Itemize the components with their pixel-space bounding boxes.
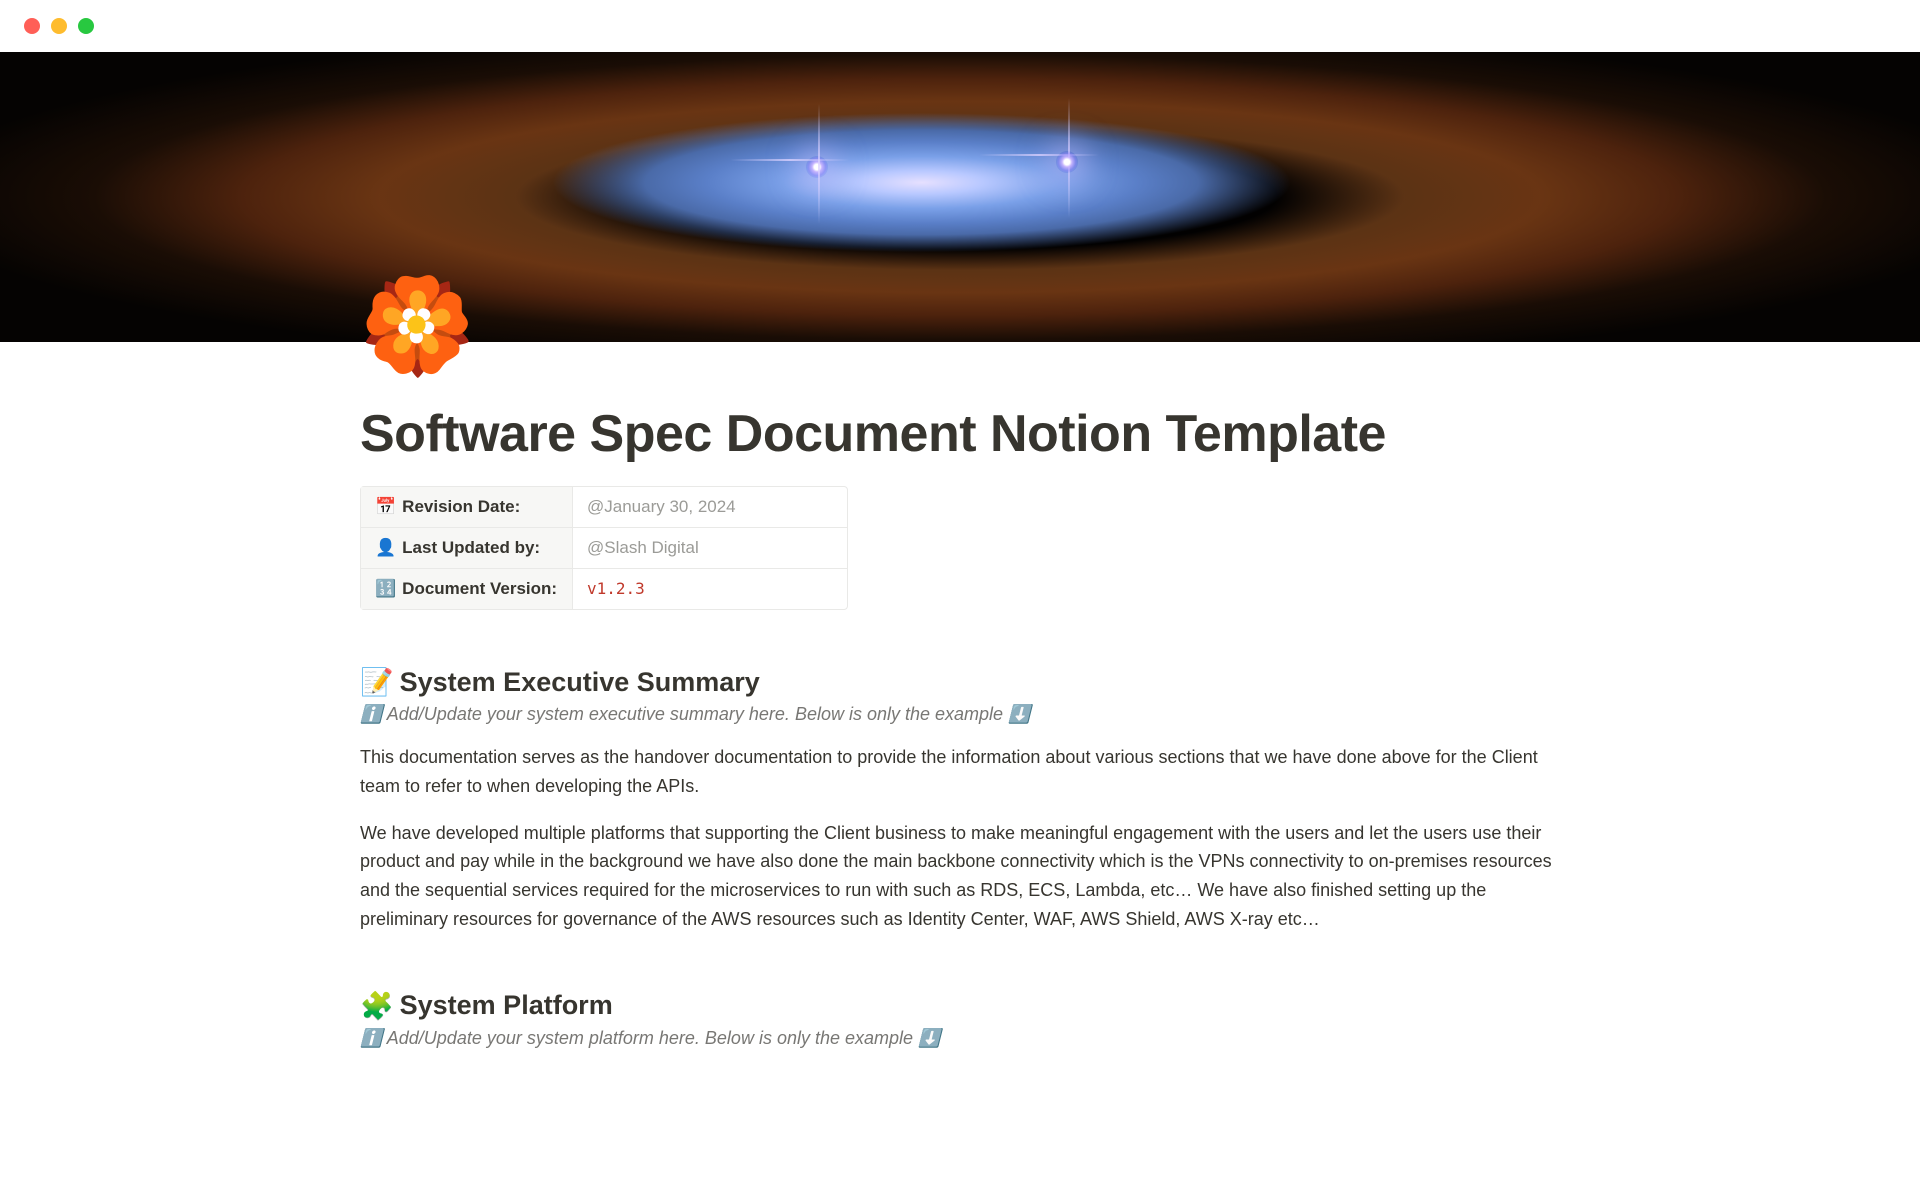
heading-text: System Executive Summary [400, 667, 760, 698]
info-icon: ℹ️ [360, 704, 382, 724]
down-arrow-icon: ⬇️ [918, 1028, 940, 1048]
person-icon: 👤 [375, 538, 396, 558]
meta-value-updated-by[interactable]: @Slash Digital [573, 528, 847, 568]
puzzle-icon: 🧩 [360, 990, 394, 1022]
meta-label: Document Version: [402, 579, 557, 599]
hint-text-platform[interactable]: ℹ️ Add/Update your system platform here.… [360, 1028, 1560, 1049]
table-row[interactable]: 📅 Revision Date: @January 30, 2024 [361, 487, 847, 528]
hint-body: Add/Update your system platform here. Be… [387, 1028, 913, 1048]
info-icon: ℹ️ [360, 1028, 382, 1048]
page-title[interactable]: Software Spec Document Notion Template [360, 342, 1560, 464]
maximize-window-button[interactable] [78, 18, 94, 34]
down-arrow-icon: ⬇️ [1008, 704, 1030, 724]
date-mention[interactable]: @January 30, 2024 [587, 497, 736, 516]
paragraph[interactable]: This documentation serves as the handove… [360, 743, 1560, 801]
version-code: v1.2.3 [587, 579, 645, 598]
meta-label: Last Updated by: [402, 538, 540, 558]
metadata-table: 📅 Revision Date: @January 30, 2024 👤 Las… [360, 486, 848, 610]
meta-value-doc-version[interactable]: v1.2.3 [573, 569, 847, 609]
section-heading-platform[interactable]: 🧩 System Platform [360, 990, 1560, 1022]
page-icon[interactable]: 🏵️ [360, 280, 475, 372]
close-window-button[interactable] [24, 18, 40, 34]
table-row[interactable]: 🔢 Document Version: v1.2.3 [361, 569, 847, 609]
calendar-icon: 📅 [375, 497, 396, 517]
memo-icon: 📝 [360, 666, 394, 698]
window-controls [0, 0, 1920, 52]
paragraph[interactable]: We have developed multiple platforms tha… [360, 819, 1560, 934]
number-icon: 🔢 [375, 579, 396, 599]
cover-image[interactable] [0, 52, 1920, 342]
meta-key-doc-version: 🔢 Document Version: [361, 569, 573, 609]
minimize-window-button[interactable] [51, 18, 67, 34]
meta-key-updated-by: 👤 Last Updated by: [361, 528, 573, 568]
page-content: 🏵️ Software Spec Document Notion Templat… [340, 342, 1580, 1049]
meta-key-revision-date: 📅 Revision Date: [361, 487, 573, 527]
meta-value-revision-date[interactable]: @January 30, 2024 [573, 487, 847, 527]
meta-label: Revision Date: [402, 497, 520, 517]
heading-text: System Platform [400, 990, 613, 1021]
hint-text-summary[interactable]: ℹ️ Add/Update your system executive summ… [360, 704, 1560, 725]
table-row[interactable]: 👤 Last Updated by: @Slash Digital [361, 528, 847, 569]
section-heading-summary[interactable]: 📝 System Executive Summary [360, 666, 1560, 698]
hint-body: Add/Update your system executive summary… [387, 704, 1003, 724]
user-mention[interactable]: @Slash Digital [587, 538, 699, 557]
